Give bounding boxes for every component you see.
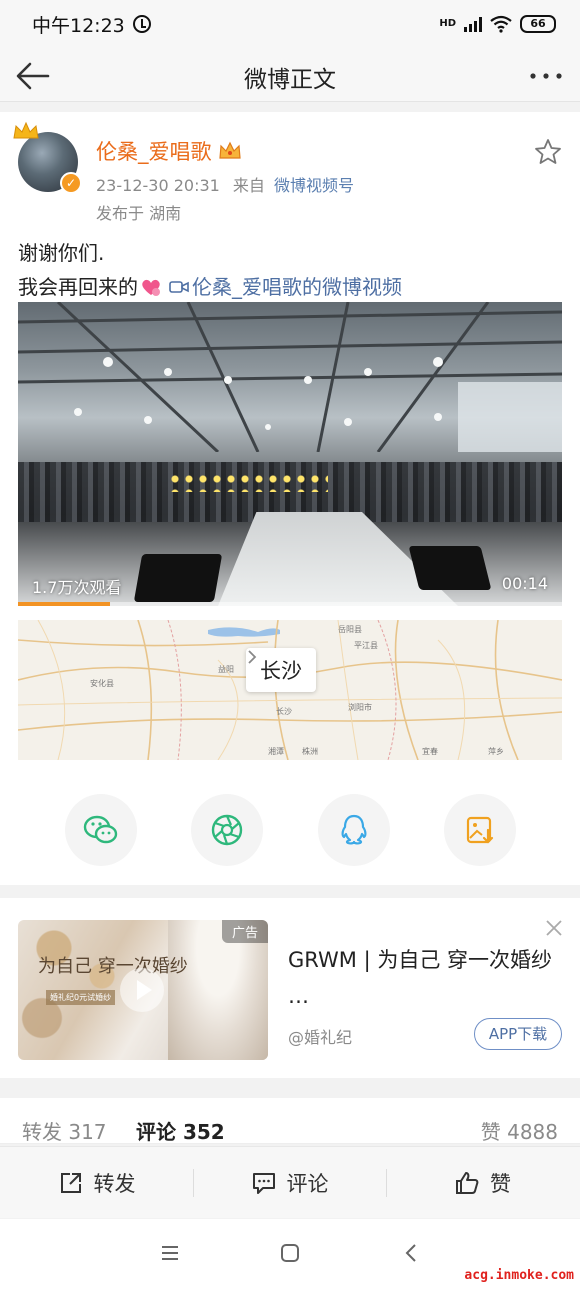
- post-text: 谢谢你们. 我会再回来的 伦桑_爱唱歌的微博视频: [18, 236, 402, 304]
- action-bar: 转发 评论 赞: [0, 1146, 580, 1218]
- wifi-icon: [490, 15, 512, 33]
- map-label: 岳阳县: [338, 625, 362, 634]
- repost-count-tab[interactable]: 转发 317: [22, 1116, 107, 1145]
- signal-icon: [464, 16, 482, 32]
- video-player[interactable]: 1.7万次观看 00:14: [18, 302, 562, 606]
- thumbs-up-icon: [456, 1172, 479, 1194]
- play-icon[interactable]: [118, 966, 166, 1014]
- post-location: 发布于 湖南: [96, 204, 182, 223]
- watermark: acg.inmoke.com: [464, 1268, 574, 1283]
- ad-image-subtitle: 婚礼纪0元试婚纱: [46, 990, 116, 1005]
- location-map[interactable]: 益阳 湘潭 株洲 浏阳市 岳阳县 宜春 平江县 安化县 萍乡 长沙 长沙: [18, 620, 562, 760]
- map-label: 安化县: [90, 679, 114, 688]
- like-count-tab[interactable]: 赞 4888: [481, 1116, 558, 1145]
- ad-image[interactable]: 为自己 穿一次婚纱 婚礼纪0元试婚纱 广告: [18, 920, 268, 1060]
- like-button[interactable]: 赞: [386, 1147, 579, 1219]
- author-name[interactable]: 伦桑_爱唱歌: [96, 136, 212, 166]
- comment-count-tab[interactable]: 评论 352: [136, 1116, 225, 1145]
- ad-tag: 广告: [221, 920, 268, 943]
- avatar[interactable]: ✓: [13, 121, 82, 194]
- like-label: 赞: [490, 1172, 511, 1196]
- moments-icon: [211, 814, 243, 846]
- video-link-text[interactable]: 伦桑_爱唱歌的微博视频: [192, 270, 402, 304]
- post-source-link[interactable]: 微博视频号: [274, 176, 354, 195]
- app-download-button[interactable]: APP下载: [474, 1018, 562, 1050]
- verified-badge-icon: ✓: [60, 172, 82, 194]
- post-text-line-1: 谢谢你们.: [18, 241, 105, 265]
- repost-button[interactable]: 转发: [0, 1147, 193, 1219]
- save-image-button[interactable]: [444, 794, 516, 866]
- repost-icon: [60, 1173, 81, 1193]
- map-city-label: 长沙: [260, 659, 302, 683]
- alarm-icon: [132, 15, 151, 33]
- video-link[interactable]: 伦桑_爱唱歌的微博视频: [168, 270, 402, 304]
- comment-button[interactable]: 评论: [193, 1147, 386, 1219]
- comment-icon: [252, 1173, 275, 1194]
- map-label: 益阳: [218, 665, 234, 674]
- close-icon[interactable]: [544, 918, 564, 938]
- video-view-count: 1.7万次观看: [32, 578, 122, 597]
- map-label: 株洲: [302, 747, 318, 756]
- video-camera-icon: [169, 281, 189, 293]
- source-prefix: 来自: [232, 176, 265, 195]
- post-text-line-2: 我会再回来的: [18, 275, 138, 299]
- video-thumbnail: [18, 302, 562, 452]
- ad-title[interactable]: GRWM | 为自己 穿一次婚纱 …: [288, 942, 558, 1014]
- map-label: 湘潭: [268, 747, 284, 756]
- more-dots-icon[interactable]: [528, 66, 564, 86]
- map-label: 宜春: [422, 747, 438, 756]
- share-qq-button[interactable]: [318, 794, 390, 866]
- map-label: 平江县: [354, 641, 378, 650]
- repost-label: 转发: [93, 1172, 136, 1196]
- ad-card[interactable]: 为自己 穿一次婚纱 婚礼纪0元试婚纱 广告 GRWM | 为自己 穿一次婚纱 ……: [0, 898, 580, 1078]
- engagement-stats: 转发 317 评论 352 赞 4888: [0, 1098, 580, 1144]
- map-label: 长沙: [276, 707, 292, 716]
- battery-icon: 66: [520, 15, 556, 33]
- qq-icon: [341, 814, 367, 845]
- page-title: 微博正文: [244, 67, 336, 93]
- menu-icon[interactable]: [160, 1243, 180, 1263]
- home-icon[interactable]: [280, 1243, 300, 1263]
- comment-label: 评论: [286, 1172, 329, 1196]
- post-card: ✓ 伦桑_爱唱歌 23-12-30 20:31 来自 微博视频号 发布于 湖南 …: [0, 112, 580, 885]
- share-moments-button[interactable]: [191, 794, 263, 866]
- video-duration: 00:14: [501, 574, 548, 593]
- ad-source[interactable]: @婚礼纪: [288, 1024, 352, 1048]
- save-image-icon: [466, 816, 494, 844]
- map-city-button[interactable]: 长沙: [246, 648, 316, 692]
- hd-label: HD: [439, 18, 456, 29]
- share-row: [0, 794, 580, 868]
- map-label: 浏阳市: [348, 703, 372, 712]
- status-bar: 中午12:23 HD 66: [0, 0, 580, 48]
- chevron-right-icon: [248, 650, 257, 664]
- post-timestamp: 23-12-30 20:31: [96, 176, 220, 195]
- heart-emoji-icon: [142, 279, 160, 296]
- back-icon[interactable]: [402, 1243, 422, 1263]
- top-nav-bar: 微博正文: [0, 48, 580, 102]
- crown-icon: [13, 121, 39, 139]
- share-wechat-button[interactable]: [65, 794, 137, 866]
- wechat-icon: [83, 815, 118, 844]
- video-progress-bar: [18, 602, 111, 606]
- vip-crown-icon: [218, 141, 241, 159]
- status-time: 中午12:23: [32, 14, 125, 37]
- post-meta: 23-12-30 20:31 来自 微博视频号: [96, 172, 354, 196]
- star-icon[interactable]: [534, 138, 562, 166]
- map-label: 萍乡: [488, 747, 504, 756]
